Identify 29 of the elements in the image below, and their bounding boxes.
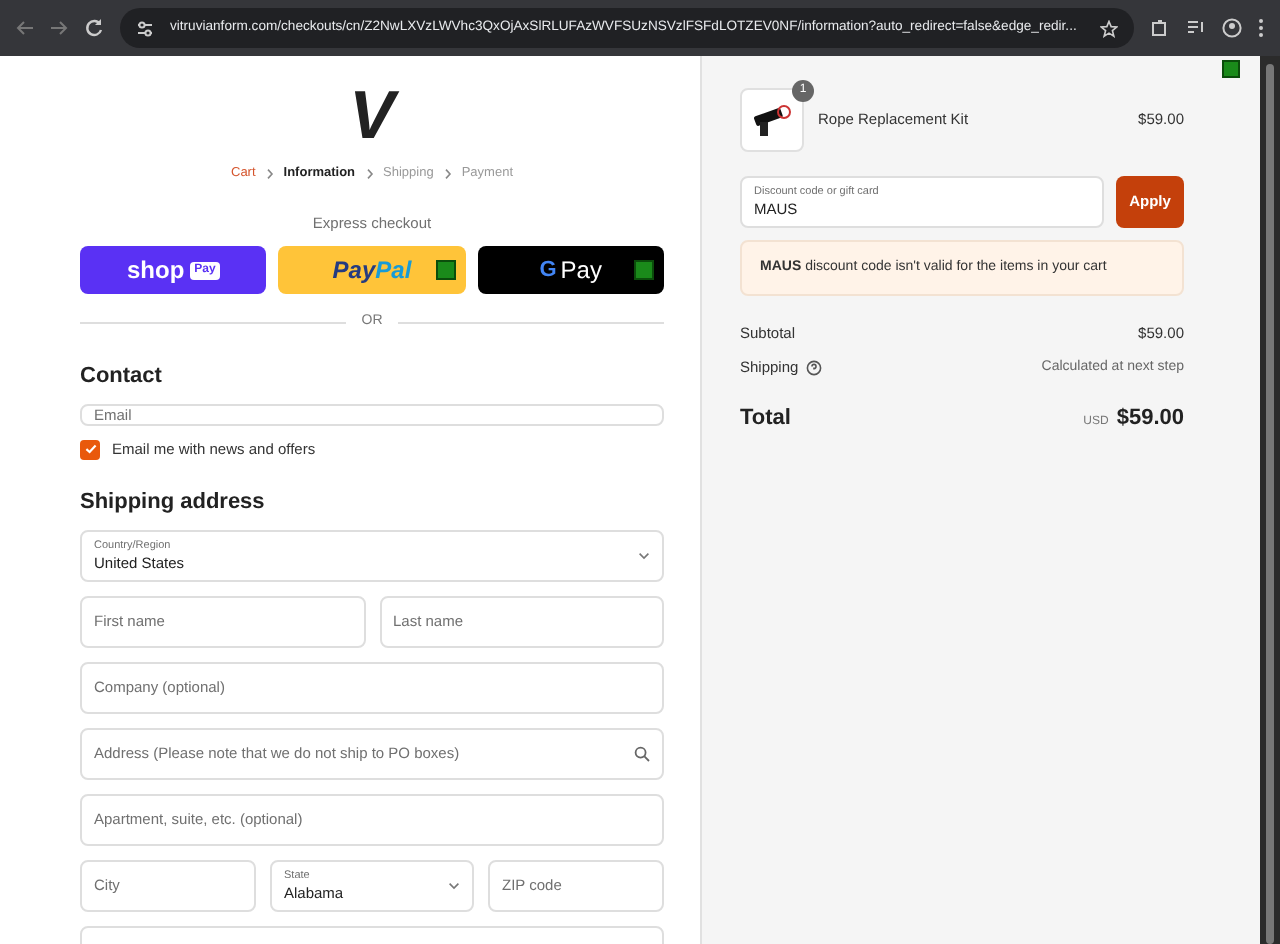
section-heading: Contact [80, 361, 164, 391]
chevron-right-icon [443, 167, 452, 180]
reload-icon[interactable] [84, 18, 104, 38]
paypal-button[interactable]: PayPal [278, 246, 466, 294]
total-value: $59.00 [1116, 403, 1184, 433]
scrollbar[interactable] [1260, 56, 1280, 944]
site-info-icon[interactable] [136, 19, 154, 37]
bookmark-star-icon[interactable] [1100, 19, 1118, 37]
profile-icon[interactable] [1222, 18, 1242, 38]
chevron-right-icon [265, 167, 274, 180]
back-icon[interactable] [16, 20, 34, 36]
newsletter-checkbox[interactable] [80, 439, 100, 460]
search-icon [634, 745, 650, 762]
google-pay-button[interactable]: G Pay [477, 246, 664, 294]
chevron-down-icon [448, 881, 460, 890]
chevron-down-icon [638, 551, 650, 560]
chevron-right-icon [365, 167, 374, 180]
media-icon[interactable] [1186, 18, 1206, 38]
total-label: Total [740, 403, 791, 433]
status-square-icon [435, 260, 456, 280]
rope-kit-drawing [750, 100, 794, 140]
extensions-icon[interactable] [1150, 18, 1170, 38]
help-icon[interactable] [806, 359, 823, 376]
forward-icon[interactable] [50, 20, 68, 36]
menu-icon[interactable] [1258, 18, 1264, 38]
section-heading: Shipping address [80, 488, 267, 519]
status-square-icon [1222, 60, 1240, 78]
brand-logo: V [349, 80, 395, 152]
status-square-icon [634, 260, 654, 280]
